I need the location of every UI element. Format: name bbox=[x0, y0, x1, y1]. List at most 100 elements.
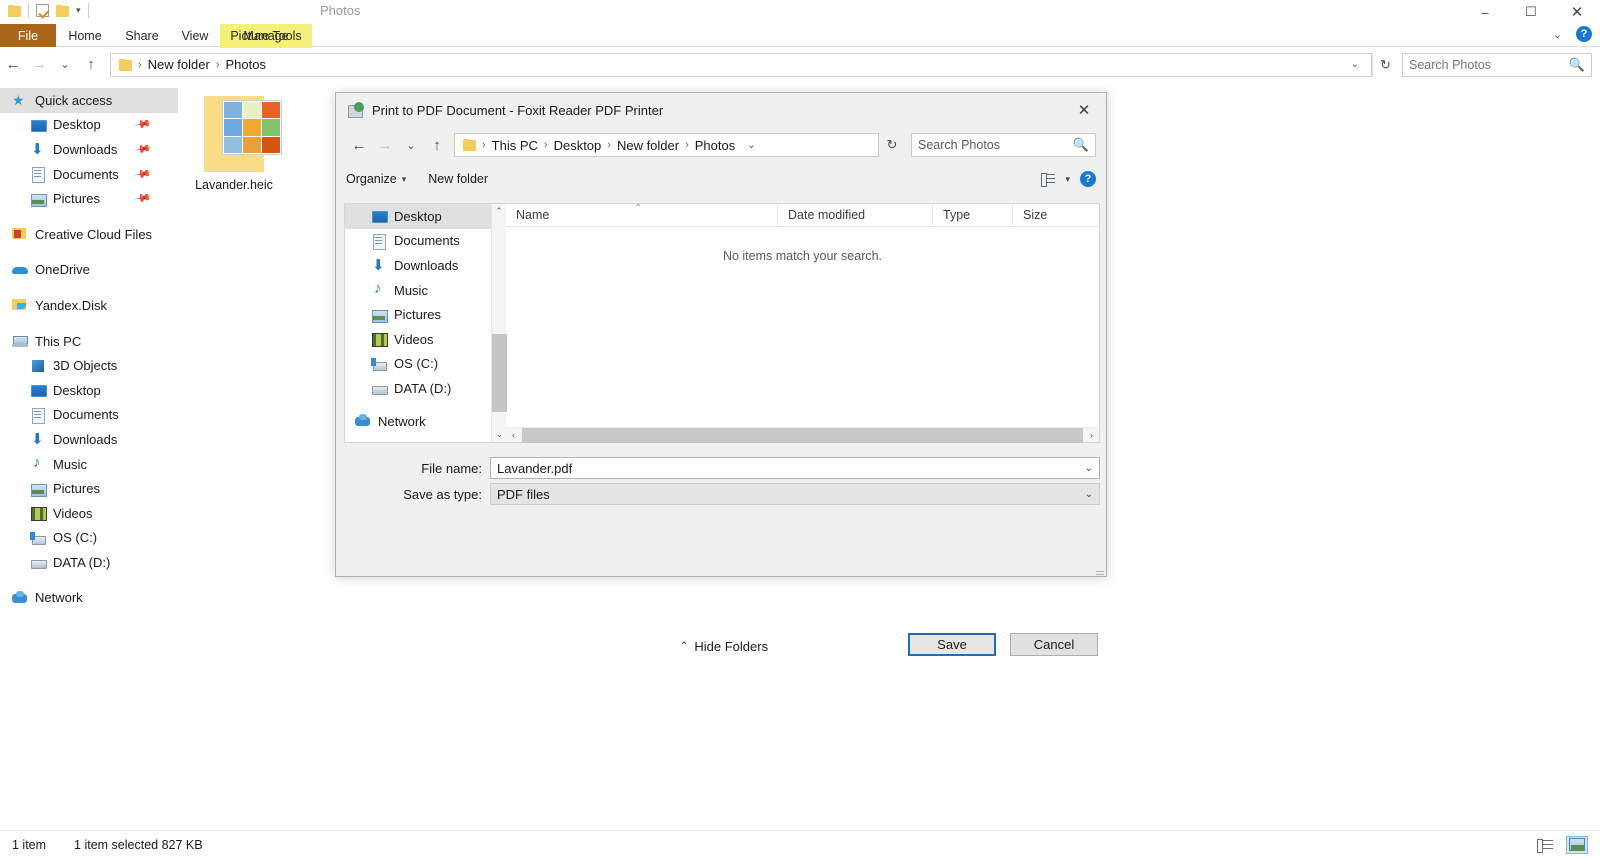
breadcrumb-item-photos[interactable]: Photos bbox=[221, 57, 269, 72]
dialog-file-list[interactable]: Name ⌃ Date modified Type Size No items … bbox=[506, 203, 1099, 443]
ribbon-collapse-chevron-down-icon[interactable]: ⌄ bbox=[1553, 28, 1562, 41]
dialog-search-icon[interactable]: 🔍 bbox=[1073, 137, 1089, 153]
dialog-forward-button[interactable]: → bbox=[372, 132, 398, 158]
breadcrumb-item-new-folder[interactable]: New folder bbox=[144, 57, 214, 72]
tab-picture-tools[interactable]: Picture Tools bbox=[220, 24, 312, 47]
refresh-icon[interactable]: ↻ bbox=[1372, 52, 1398, 77]
nav-item-pc-downloads[interactable]: Downloads bbox=[0, 427, 178, 452]
dialog-tree-item-data-d[interactable]: DATA (D:) bbox=[345, 376, 491, 401]
dialog-toolbar-right[interactable]: ▾ ? bbox=[1041, 171, 1096, 187]
nav-item-this-pc[interactable]: This PC bbox=[0, 329, 178, 354]
save-as-type-select[interactable]: PDF files ⌄ bbox=[490, 483, 1100, 505]
nav-item-onedrive[interactable]: OneDrive bbox=[0, 258, 178, 283]
dialog-breadcrumb-folder-icon[interactable] bbox=[463, 139, 476, 151]
column-header-date-modified[interactable]: Date modified bbox=[778, 203, 933, 227]
dialog-breadcrumb[interactable]: › This PC › Desktop › New folder › Photo… bbox=[454, 133, 879, 157]
dialog-refresh-icon[interactable]: ↻ bbox=[879, 133, 905, 157]
nav-item-pc-videos[interactable]: Videos bbox=[0, 501, 178, 526]
nav-item-creative-cloud-files[interactable]: Creative Cloud Files bbox=[0, 222, 178, 247]
dialog-tree-item-documents[interactable]: Documents bbox=[345, 229, 491, 254]
save-button[interactable]: Save bbox=[908, 633, 996, 656]
dialog-tree-vertical-scrollbar[interactable]: ⌃ ⌄ bbox=[491, 204, 507, 442]
help-icon[interactable]: ? bbox=[1576, 26, 1592, 42]
hide-folders-button[interactable]: ⌃ Hide Folders bbox=[680, 639, 768, 654]
column-header-size[interactable]: Size bbox=[1013, 204, 1073, 227]
dialog-help-icon[interactable]: ? bbox=[1080, 171, 1096, 187]
nav-item-network[interactable]: Network bbox=[0, 586, 178, 611]
nav-item-pictures[interactable]: Pictures 📌 bbox=[0, 186, 178, 211]
window-controls[interactable]: – ☐ ✕ bbox=[1462, 0, 1600, 24]
search-input[interactable]: Search Photos 🔍 bbox=[1402, 52, 1592, 77]
back-button[interactable]: ← bbox=[0, 52, 26, 78]
dialog-tree-item-network[interactable]: Network bbox=[345, 409, 491, 434]
recent-locations-caret-icon[interactable]: ⌄ bbox=[52, 52, 78, 78]
list-item[interactable]: Lavander.heic bbox=[182, 92, 286, 196]
nav-item-downloads[interactable]: Downloads 📌 bbox=[0, 137, 178, 162]
file-name-input[interactable]: Lavander.pdf ⌄ bbox=[490, 457, 1100, 479]
nav-item-pc-desktop[interactable]: Desktop bbox=[0, 378, 178, 403]
chevron-down-icon[interactable]: ⌄ bbox=[1085, 489, 1093, 500]
scroll-down-arrow-icon[interactable]: ⌄ bbox=[492, 427, 507, 442]
maximize-button[interactable]: ☐ bbox=[1508, 0, 1554, 24]
nav-item-os-c[interactable]: OS (C:) bbox=[0, 526, 178, 551]
details-view-button[interactable] bbox=[1534, 836, 1556, 854]
nav-item-pc-music[interactable]: Music bbox=[0, 452, 178, 477]
new-folder-icon[interactable] bbox=[56, 4, 69, 17]
properties-checkbox-icon[interactable] bbox=[36, 4, 49, 17]
dialog-breadcrumb-item-photos[interactable]: Photos bbox=[691, 138, 739, 153]
change-view-icon[interactable] bbox=[1041, 173, 1056, 187]
dialog-tree-item-pictures[interactable]: Pictures bbox=[345, 302, 491, 327]
tab-file[interactable]: File bbox=[0, 24, 56, 47]
dialog-tree-item-downloads[interactable]: Downloads bbox=[345, 253, 491, 278]
tab-home[interactable]: Home bbox=[56, 24, 114, 47]
chevron-down-icon[interactable]: ⌄ bbox=[1085, 463, 1093, 474]
dialog-breadcrumb-item-desktop[interactable]: Desktop bbox=[550, 138, 606, 153]
nav-item-pc-documents[interactable]: Documents bbox=[0, 403, 178, 428]
dialog-tree-item-videos[interactable]: Videos bbox=[345, 327, 491, 352]
scroll-left-arrow-icon[interactable]: ‹ bbox=[506, 430, 521, 440]
dialog-tree-item-music[interactable]: Music bbox=[345, 278, 491, 303]
dialog-address-dropdown-caret-icon[interactable]: ⌄ bbox=[739, 140, 763, 151]
organize-button[interactable]: Organize ▾ bbox=[346, 172, 406, 186]
breadcrumb[interactable]: › New folder › Photos ⌄ bbox=[110, 52, 1372, 77]
dialog-breadcrumb-item-this-pc[interactable]: This PC bbox=[488, 138, 542, 153]
breadcrumb-folder-icon[interactable] bbox=[119, 58, 132, 71]
qat-customize-caret-icon[interactable]: ▾ bbox=[76, 6, 81, 15]
dialog-up-button[interactable]: ↑ bbox=[424, 132, 450, 158]
up-button[interactable]: ↑ bbox=[78, 52, 104, 78]
nav-item-documents[interactable]: Documents 📌 bbox=[0, 162, 178, 187]
cancel-button[interactable]: Cancel bbox=[1010, 633, 1098, 656]
new-folder-button[interactable]: New folder bbox=[428, 172, 488, 186]
dialog-breadcrumb-item-new-folder[interactable]: New folder bbox=[613, 138, 683, 153]
nav-item-data-d[interactable]: DATA (D:) bbox=[0, 550, 178, 575]
quick-access-toolbar[interactable]: ▾ bbox=[8, 3, 89, 18]
column-header-type[interactable]: Type bbox=[933, 203, 1013, 227]
close-button[interactable]: ✕ bbox=[1554, 0, 1600, 24]
dialog-tree-item-os-c[interactable]: OS (C:) bbox=[345, 352, 491, 377]
nav-item-quick-access[interactable]: Quick access bbox=[0, 88, 178, 113]
nav-item-desktop[interactable]: Desktop 📌 bbox=[0, 113, 178, 138]
nav-item-3d-objects[interactable]: 3D Objects bbox=[0, 353, 178, 378]
view-toggle-group[interactable] bbox=[1534, 835, 1588, 854]
hscrollbar-thumb[interactable] bbox=[522, 427, 1083, 443]
dialog-horizontal-scrollbar[interactable]: ‹ › bbox=[506, 427, 1099, 443]
tab-view[interactable]: View bbox=[170, 24, 220, 47]
scroll-up-arrow-icon[interactable]: ⌃ bbox=[492, 204, 506, 219]
tab-share[interactable]: Share bbox=[114, 24, 170, 47]
view-chevron-down-icon[interactable]: ▾ bbox=[1065, 174, 1070, 185]
dialog-tree-pane[interactable]: Desktop Documents Downloads Music Pictur… bbox=[345, 204, 491, 442]
folder-icon[interactable] bbox=[8, 4, 21, 17]
dialog-recent-caret-icon[interactable]: ⌄ bbox=[398, 132, 424, 158]
scrollbar-thumb[interactable] bbox=[492, 334, 507, 412]
dialog-resize-grip[interactable] bbox=[1094, 565, 1104, 575]
scroll-right-arrow-icon[interactable]: › bbox=[1084, 430, 1099, 440]
nav-item-yandex-disk[interactable]: Yandex.Disk bbox=[0, 293, 178, 318]
dialog-search-input[interactable]: Search Photos 🔍 bbox=[911, 133, 1096, 157]
minimize-button[interactable]: – bbox=[1462, 0, 1508, 24]
save-as-dialog[interactable]: Print to PDF Document - Foxit Reader PDF… bbox=[335, 92, 1107, 656]
dialog-back-button[interactable]: ← bbox=[346, 132, 372, 158]
forward-button[interactable]: → bbox=[26, 52, 52, 78]
large-icons-view-button[interactable] bbox=[1566, 835, 1588, 854]
nav-item-pc-pictures[interactable]: Pictures bbox=[0, 476, 178, 501]
ribbon-right-controls[interactable]: ⌄ ? bbox=[1553, 26, 1592, 42]
